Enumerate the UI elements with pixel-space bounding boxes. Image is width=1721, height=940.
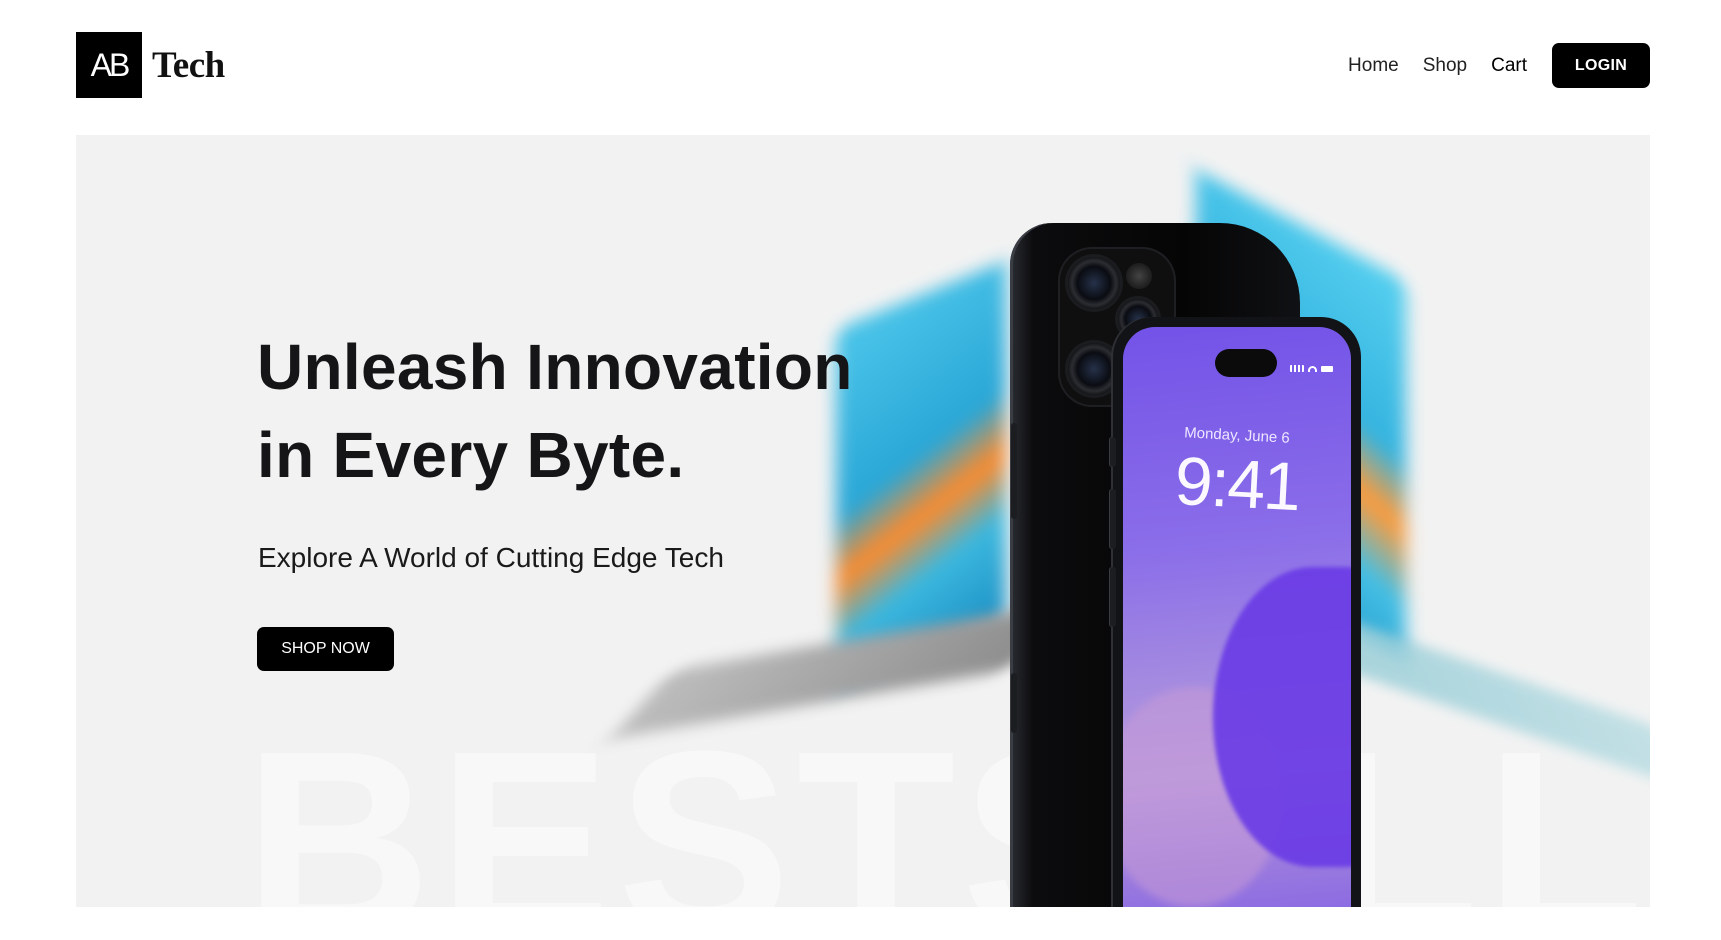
- phone-side-button: [1109, 567, 1116, 627]
- site-header: AB Tech Home Shop Cart LOGIN: [0, 0, 1721, 130]
- phone-side-button: [1010, 423, 1017, 519]
- shop-now-button[interactable]: SHOP NOW: [257, 627, 394, 671]
- main-nav: Home Shop Cart LOGIN: [1324, 43, 1650, 88]
- hero-subheading: Explore A World of Cutting Edge Tech: [258, 542, 724, 573]
- phone-side-button: [1109, 437, 1116, 467]
- phone-lock-screen: Monday, June 6 9:41: [1123, 327, 1351, 907]
- hero-headline-line: in Every Byte.: [257, 419, 685, 491]
- hero-background-text: BESTSELLE: [244, 698, 1650, 907]
- phone-front-image: Monday, June 6 9:41: [1109, 317, 1361, 907]
- nav-cart-link[interactable]: Cart: [1491, 55, 1527, 77]
- lock-screen-time: 9:41: [1172, 442, 1302, 526]
- brand-logo[interactable]: AB Tech: [76, 32, 225, 98]
- page: AB Tech Home Shop Cart LOGIN BESTSELLE: [0, 0, 1721, 940]
- hero-banner: BESTSELLE: [76, 135, 1650, 907]
- wifi-icon: [1308, 365, 1317, 372]
- brand-name: Tech: [152, 44, 225, 86]
- login-button[interactable]: LOGIN: [1552, 43, 1650, 88]
- phone-side-button: [1109, 489, 1116, 549]
- hero-headline: Unleash Innovation in Every Byte.: [257, 323, 853, 499]
- phone-side-button: [1010, 673, 1017, 733]
- nav-home-link[interactable]: Home: [1348, 55, 1399, 77]
- dynamic-island: [1215, 349, 1277, 377]
- camera-lens: [1068, 257, 1120, 309]
- camera-flash: [1126, 263, 1152, 289]
- nav-shop-link[interactable]: Shop: [1423, 55, 1467, 77]
- status-bar: [1290, 365, 1333, 372]
- battery-icon: [1321, 365, 1333, 372]
- signal-icon: [1290, 365, 1304, 372]
- hero-headline-line: Unleash Innovation: [257, 331, 853, 403]
- logo-mark: AB: [76, 32, 142, 98]
